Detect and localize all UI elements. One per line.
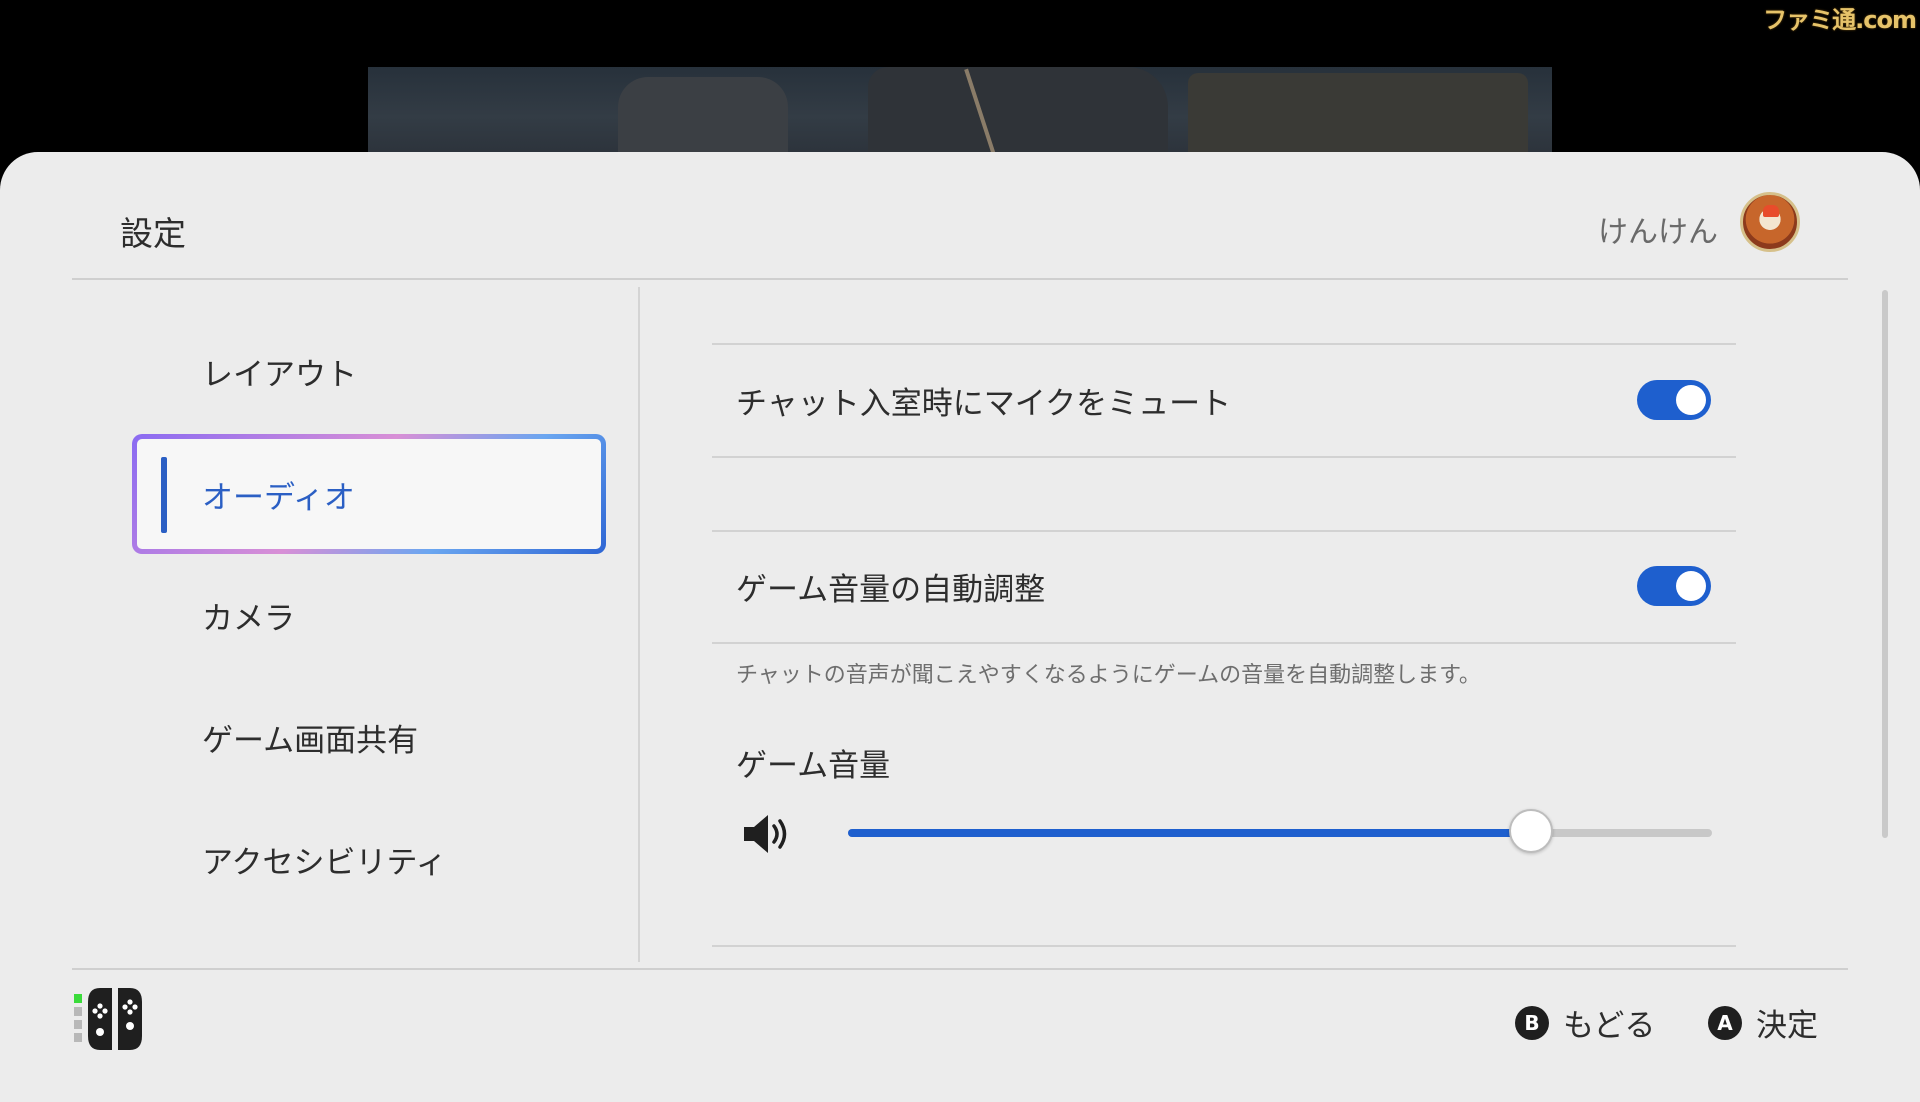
footer-divider xyxy=(72,968,1848,970)
a-button-icon: A xyxy=(1708,1005,1742,1040)
game-volume-slider[interactable] xyxy=(848,809,1712,853)
watermark-logo: ファミ通.com xyxy=(1763,6,1917,34)
mute-on-join-label: チャット入室時にマイクをミュート xyxy=(736,386,1232,422)
back-label: もどる xyxy=(1563,1008,1656,1044)
sidebar-item-label: カメラ xyxy=(202,600,295,637)
game-volume-label: ゲーム音量 xyxy=(736,748,891,784)
slider-fill xyxy=(848,829,1531,837)
toggle-knob xyxy=(1676,571,1706,601)
sidebar-divider xyxy=(638,287,640,962)
divider xyxy=(712,456,1736,458)
speaker-icon xyxy=(744,815,787,853)
confirm-label: 決定 xyxy=(1756,1008,1818,1044)
header-divider xyxy=(72,278,1848,280)
auto-adjust-toggle[interactable] xyxy=(1637,566,1711,606)
auto-adjust-description: チャットの音声が聞こえやすくなるようにゲームの音量を自動調整します。 xyxy=(736,663,1481,688)
toggle-knob xyxy=(1676,385,1706,415)
avatar[interactable] xyxy=(1740,192,1800,252)
settings-panel: 設定 けんけん レイアウト オーディオ カメラ ゲーム画面共有 アクセシビリティ… xyxy=(0,152,1920,1102)
auto-adjust-label: ゲーム音量の自動調整 xyxy=(736,572,1046,608)
sidebar-item-label: アクセシビリティ xyxy=(202,844,447,881)
sidebar-item-layout[interactable]: レイアウト xyxy=(132,311,606,431)
mute-on-join-toggle[interactable] xyxy=(1637,380,1711,420)
sidebar-item-label: オーディオ xyxy=(202,479,355,516)
sidebar-item-audio[interactable]: オーディオ xyxy=(132,434,606,554)
sidebar-item-label: ゲーム画面共有 xyxy=(202,722,419,759)
divider xyxy=(712,642,1736,644)
confirm-button[interactable]: A 決定 xyxy=(1708,1000,1818,1045)
selection-indicator xyxy=(161,457,167,533)
divider xyxy=(712,945,1736,947)
sidebar-item-screen-share[interactable]: ゲーム画面共有 xyxy=(132,677,606,797)
divider xyxy=(712,530,1736,532)
user-name: けんけん xyxy=(1598,215,1718,250)
sidebar-item-accessibility[interactable]: アクセシビリティ xyxy=(132,799,606,919)
sidebar-item-label: レイアウト xyxy=(202,356,357,393)
b-button-icon: B xyxy=(1515,1005,1549,1040)
page-title: 設定 xyxy=(120,214,186,253)
sidebar-item-camera[interactable]: カメラ xyxy=(132,555,606,675)
slider-knob[interactable] xyxy=(1508,809,1553,853)
scrollbar[interactable] xyxy=(1882,290,1888,838)
back-button[interactable]: B もどる xyxy=(1515,1000,1655,1045)
joycon-icon xyxy=(74,988,142,1050)
divider xyxy=(712,343,1736,345)
